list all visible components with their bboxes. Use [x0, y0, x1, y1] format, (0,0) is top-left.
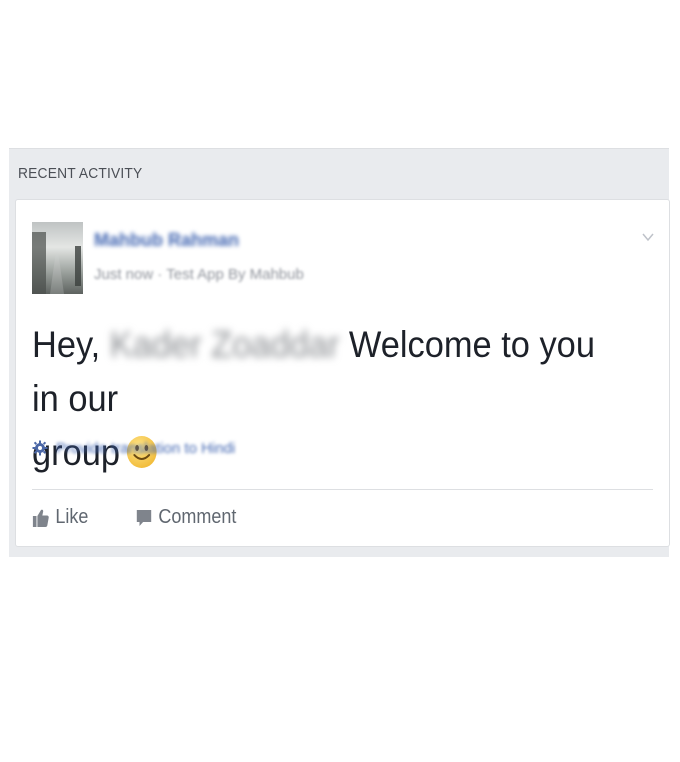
like-label: Like: [55, 506, 89, 528]
actions-divider: [32, 489, 653, 490]
message-greeting: Hey,: [32, 324, 101, 365]
gear-icon: [32, 440, 48, 456]
post-actions: Like Comment: [32, 506, 247, 529]
mentioned-name[interactable]: Kader Zoaddar: [110, 324, 340, 365]
post-card: Mahbub Rahman Just now · Test App By Mah…: [15, 199, 670, 547]
avatar-tree-left: [32, 232, 46, 294]
avatar[interactable]: [32, 222, 83, 294]
avatar-tree-right: [75, 246, 81, 286]
comment-button[interactable]: Comment: [135, 506, 236, 529]
recent-activity-panel: RECENT ACTIVITY Mahbub Rahman Just now ·…: [9, 148, 670, 557]
panel-header: RECENT ACTIVITY: [18, 165, 143, 182]
post-author-link[interactable]: Mahbub Rahman: [94, 230, 239, 251]
avatar-road: [50, 254, 64, 294]
translation-link[interactable]: Provide translation to Hindi: [56, 440, 235, 457]
chevron-down-icon[interactable]: [641, 230, 655, 244]
comment-icon: [136, 509, 151, 526]
thumbs-up-icon: [32, 509, 49, 527]
post-meta: Just now · Test App By Mahbub: [94, 266, 304, 283]
like-button[interactable]: Like: [32, 506, 88, 529]
comment-label: Comment: [158, 506, 237, 528]
screen: RECENT ACTIVITY Mahbub Rahman Just now ·…: [0, 0, 680, 762]
translation-row[interactable]: Provide translation to Hindi: [32, 438, 235, 458]
